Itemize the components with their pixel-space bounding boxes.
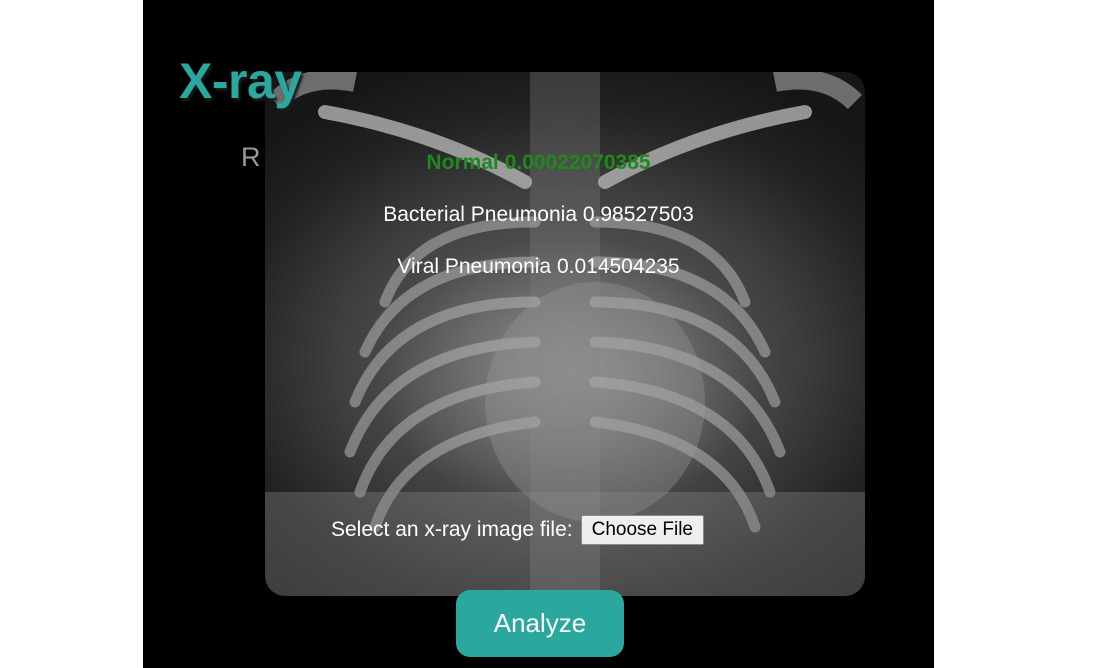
app-panel: X-ray R Normal 0.00022070385 Bacterial P…	[143, 0, 934, 668]
file-input-label: Select an x-ray image file:	[331, 518, 573, 541]
file-upload-row: Select an x-ray image file: Choose File	[331, 514, 704, 546]
result-normal: Normal 0.00022070385	[426, 151, 651, 174]
choose-file-button[interactable]: Choose File	[580, 515, 704, 545]
analyze-button[interactable]: Analyze	[456, 590, 624, 657]
page-title: X-ray	[179, 53, 302, 109]
result-viral-pneumonia: Viral Pneumonia 0.014504235	[397, 255, 680, 278]
result-bacterial-pneumonia: Bacterial Pneumonia 0.98527503	[383, 203, 694, 226]
